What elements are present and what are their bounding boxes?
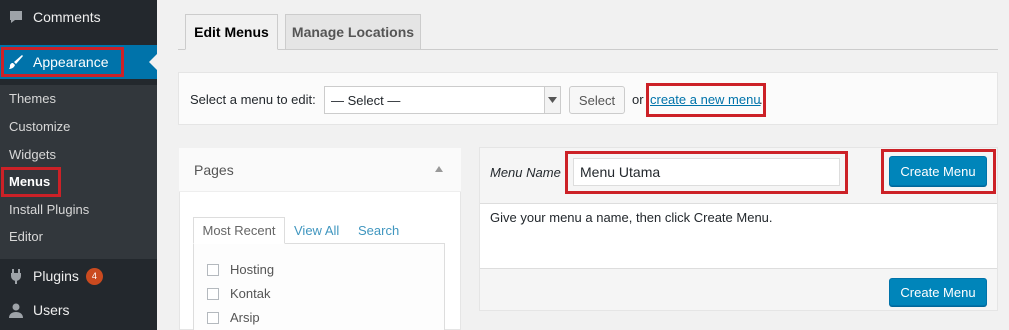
- user-icon: [7, 301, 25, 319]
- comment-icon: [7, 8, 25, 26]
- sidebar-item-comments[interactable]: Comments: [0, 0, 157, 34]
- list-item: Arsip: [207, 310, 260, 325]
- create-menu-button[interactable]: Create Menu: [889, 156, 987, 186]
- page-checkbox[interactable]: [207, 263, 219, 276]
- menu-name-input[interactable]: [573, 158, 840, 186]
- update-count-badge: 4: [85, 267, 103, 285]
- page-label: Hosting: [230, 262, 275, 277]
- chevron-down-icon: [544, 87, 560, 113]
- sidebar-item-label: Plugins: [33, 268, 79, 284]
- or-text: or: [632, 92, 644, 107]
- tab-most-recent[interactable]: Most Recent: [193, 217, 285, 244]
- select-value: — Select —: [331, 93, 401, 108]
- list-item: Kontak: [207, 286, 270, 301]
- sidebar-item-users[interactable]: Users: [0, 293, 157, 327]
- menu-name-label: Menu Name: [490, 165, 561, 180]
- sidebar-item-appearance[interactable]: Appearance: [0, 45, 157, 79]
- page-checkbox[interactable]: [207, 311, 219, 324]
- plug-icon: [7, 267, 25, 285]
- submenu-customize[interactable]: Customize: [9, 117, 70, 137]
- submenu-themes[interactable]: Themes: [9, 89, 56, 109]
- tab-manage-locations[interactable]: Manage Locations: [285, 14, 421, 50]
- tab-edit-menus[interactable]: Edit Menus: [185, 14, 278, 50]
- select-button[interactable]: Select: [569, 86, 625, 114]
- submenu-install-plugins[interactable]: Install Plugins: [9, 200, 89, 220]
- tab-view-all[interactable]: View All: [294, 223, 339, 238]
- create-new-menu-link[interactable]: create a new menu: [650, 92, 761, 107]
- submenu-menus[interactable]: Menus: [9, 172, 50, 192]
- create-menu-button-bottom[interactable]: Create Menu: [889, 278, 987, 306]
- page-label: Kontak: [230, 286, 271, 301]
- tab-search[interactable]: Search: [358, 223, 399, 238]
- menu-instructions: Give your menu a name, then click Create…: [490, 210, 773, 225]
- menu-select-dropdown[interactable]: — Select —: [324, 86, 561, 114]
- sidebar-item-plugins[interactable]: Plugins 4: [0, 259, 157, 293]
- page-checkbox[interactable]: [207, 287, 219, 300]
- pages-panel-title: Pages: [194, 162, 234, 178]
- collapse-arrow-icon[interactable]: [435, 166, 443, 172]
- submenu-widgets[interactable]: Widgets: [9, 145, 56, 165]
- submenu-editor[interactable]: Editor: [9, 227, 43, 247]
- page-label: Arsip: [230, 310, 260, 325]
- paintbrush-icon: [7, 53, 25, 71]
- sidebar-item-label: Users: [33, 302, 70, 318]
- select-menu-label: Select a menu to edit:: [190, 92, 316, 107]
- sidebar-item-label: Comments: [33, 9, 101, 25]
- sidebar-item-label: Appearance: [33, 54, 109, 70]
- period-text: .: [759, 92, 763, 107]
- list-item: Hosting: [207, 262, 274, 277]
